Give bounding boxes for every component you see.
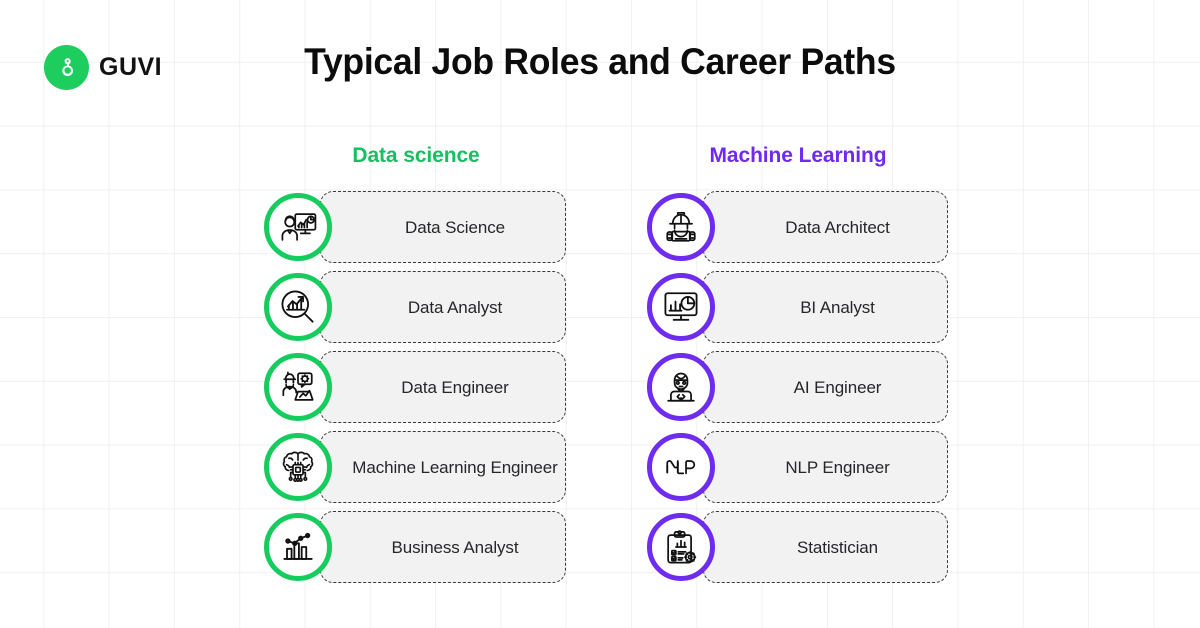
role-label: Data Science	[405, 217, 505, 237]
role-label: Data Architect	[785, 217, 890, 237]
role-card[interactable]: BI Analyst	[703, 271, 948, 343]
role-label: Data Engineer	[401, 377, 509, 397]
role-card[interactable]: NLP Engineer	[703, 431, 948, 503]
infographic-canvas: GUVI Typical Job Roles and Career Paths …	[0, 0, 1200, 628]
role-label: Data Analyst	[407, 297, 503, 317]
engineer-laptop-gear-icon	[264, 353, 332, 421]
list-item[interactable]: Business Analyst	[264, 511, 566, 583]
role-label: Statistician	[796, 537, 878, 557]
list-item[interactable]: BI Analyst	[647, 271, 948, 343]
role-card[interactable]: Data Engineer	[320, 351, 566, 423]
role-card[interactable]: Statistician	[703, 511, 948, 583]
role-label: AI Engineer	[793, 377, 882, 397]
role-label: NLP Engineer	[785, 457, 890, 477]
role-label: Machine Learning Engineer	[352, 457, 558, 477]
page-title: Typical Job Roles and Career Paths	[304, 41, 896, 82]
role-card[interactable]: Data Architect	[703, 191, 948, 263]
role-card[interactable]: Machine Learning Engineer	[320, 431, 566, 503]
role-label: BI Analyst	[800, 297, 875, 317]
brain-chip-icon	[264, 433, 332, 501]
developer-code-laptop-icon	[647, 353, 715, 421]
role-card[interactable]: Data Science	[320, 191, 566, 263]
list-item[interactable]: Machine Learning Engineer	[264, 431, 566, 503]
role-card[interactable]: Data Analyst	[320, 271, 566, 343]
column-heading-machine-learning: Machine Learning	[709, 144, 887, 167]
role-card[interactable]: AI Engineer	[703, 351, 948, 423]
list-item[interactable]: Data Engineer	[264, 351, 566, 423]
list-item[interactable]: Data Analyst	[264, 271, 566, 343]
role-label: Business Analyst	[391, 537, 519, 557]
nlp-text-icon	[647, 433, 715, 501]
monitor-chart-pie-icon	[647, 273, 715, 341]
clipboard-gear-chart-icon	[647, 513, 715, 581]
analyst-at-monitor-icon	[264, 193, 332, 261]
bar-chart-trendline-icon	[264, 513, 332, 581]
list-item[interactable]: AI Engineer	[647, 351, 948, 423]
magnifier-bar-chart-icon	[264, 273, 332, 341]
list-item[interactable]: Data Science	[264, 191, 566, 263]
list-item[interactable]: Statistician	[647, 511, 948, 583]
hardhat-worker-blueprint-icon	[647, 193, 715, 261]
column-heading-data-science: Data science	[352, 144, 480, 167]
role-card[interactable]: Business Analyst	[320, 511, 566, 583]
list-item[interactable]: NLP Engineer	[647, 431, 948, 503]
list-item[interactable]: Data Architect	[647, 191, 948, 263]
